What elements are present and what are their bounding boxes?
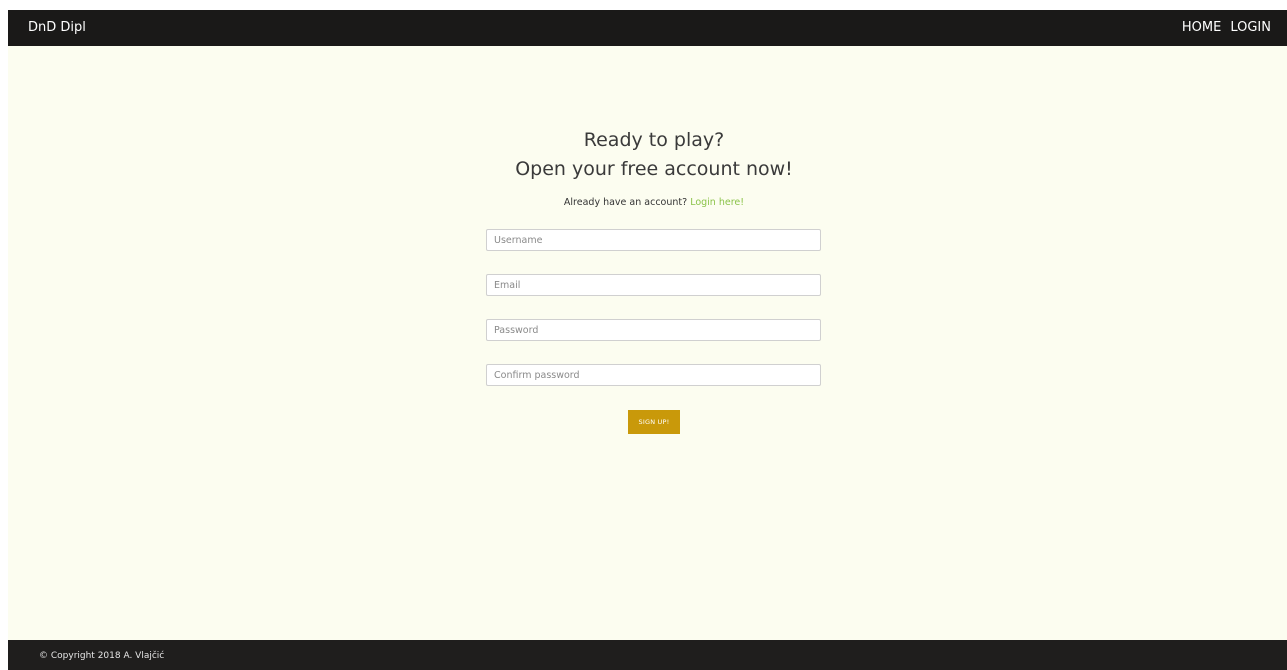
main-content: Ready to play? Open your free account no…	[8, 46, 1287, 640]
already-account-label: Already have an account?	[563, 197, 688, 208]
page-heading: Ready to play? Open your free account no…	[8, 126, 1287, 184]
copyright-text: © Copyright 2018 A. Vlajčić	[39, 651, 165, 661]
footer: © Copyright 2018 A. Vlajčić	[8, 640, 1287, 670]
nav-login-link[interactable]: LOGIN	[1230, 20, 1271, 35]
heading-line-2: Open your free account now!	[515, 158, 793, 180]
nav-links: HOME LOGIN	[1182, 20, 1271, 35]
password-input[interactable]	[486, 319, 821, 341]
brand-logo-link[interactable]: DnD Dipl	[28, 20, 86, 35]
page-frame: DnD Dipl HOME LOGIN Ready to play? Open …	[8, 10, 1287, 670]
nav-home-link[interactable]: HOME	[1182, 20, 1221, 35]
already-account-text: Already have an account? Login here!	[8, 197, 1287, 208]
login-here-link[interactable]: Login here!	[690, 197, 744, 208]
confirm-password-input[interactable]	[486, 364, 821, 386]
top-navbar: DnD Dipl HOME LOGIN	[8, 10, 1287, 46]
username-input[interactable]	[486, 229, 821, 251]
sign-up-button[interactable]: SIGN UP!	[628, 410, 680, 434]
email-input[interactable]	[486, 274, 821, 296]
heading-line-1: Ready to play?	[583, 129, 725, 151]
